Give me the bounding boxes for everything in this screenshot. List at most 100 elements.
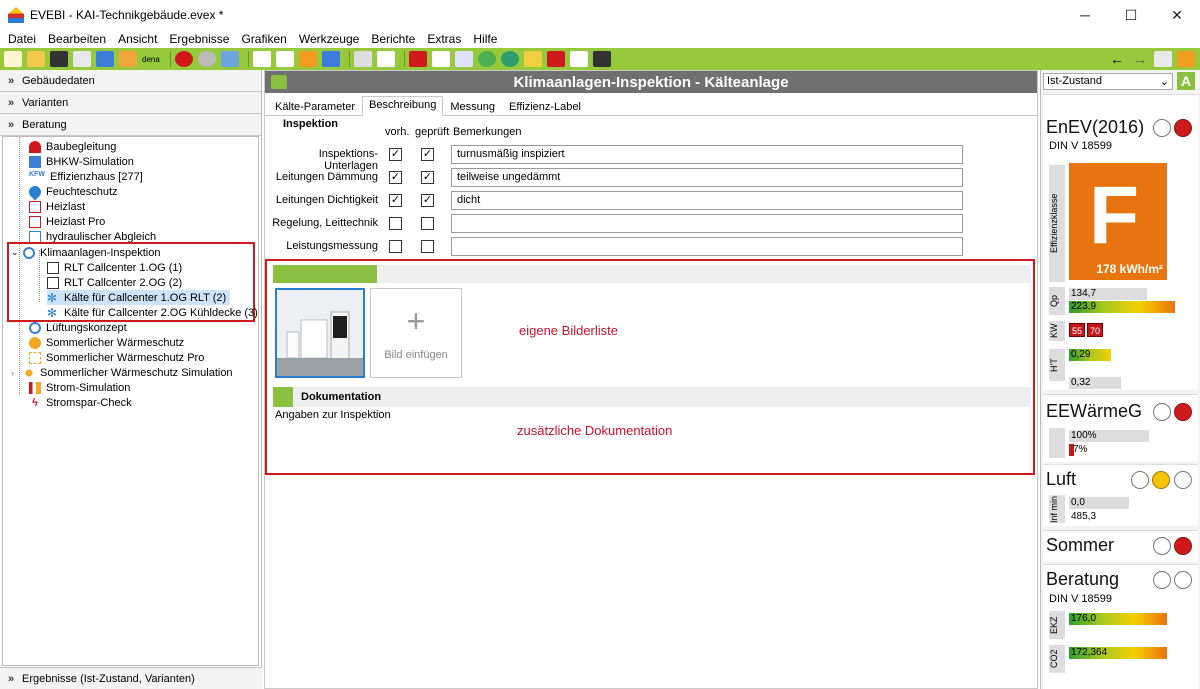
- tree-item-heizlast-pro[interactable]: Heizlast Pro: [29, 214, 105, 229]
- tree-item-feuchteschutz[interactable]: Feuchteschutz: [26, 183, 118, 200]
- navigate-icon[interactable]: [1154, 51, 1172, 67]
- export-icon[interactable]: [96, 51, 114, 67]
- menu-ansicht[interactable]: Ansicht: [114, 32, 161, 46]
- tab-beschreibung[interactable]: Beschreibung: [362, 96, 444, 116]
- copy-icon[interactable]: [73, 51, 91, 67]
- page-settings-icon[interactable]: [454, 51, 473, 67]
- ekz-value: 176,0: [1069, 613, 1167, 625]
- vorh-checkbox[interactable]: [389, 240, 402, 253]
- geprueft-checkbox[interactable]: ✓: [421, 171, 434, 184]
- geprueft-checkbox[interactable]: ✓: [421, 194, 434, 207]
- tree-item-sommer-waermeschutz-sim[interactable]: › Sommerlicher Wärmeschutz Simulation: [11, 365, 233, 380]
- ht-label: H'T: [1049, 349, 1065, 381]
- menu-ergebnisse[interactable]: Ergebnisse: [165, 32, 233, 46]
- chart-icon[interactable]: [1177, 51, 1195, 67]
- open-folder-icon[interactable]: [27, 51, 45, 67]
- redo-icon[interactable]: [197, 51, 216, 67]
- remark-field[interactable]: turnusmäßig inspiziert: [451, 145, 963, 164]
- tree-item-rlt-2og[interactable]: RLT Callcenter 2.OG (2): [47, 275, 182, 290]
- tab-effizienz-label[interactable]: Effizienz-Label: [502, 98, 588, 115]
- qp-actual: 223,9: [1069, 301, 1175, 313]
- beratung-norm: DIN V 18599: [1049, 593, 1112, 605]
- maximize-button[interactable]: ☐: [1108, 0, 1154, 30]
- tree-item-klimaanlagen-inspektion[interactable]: ⌄ Klimaanlagen-Inspektion: [11, 245, 160, 260]
- menu-werkzeuge[interactable]: Werkzeuge: [295, 32, 363, 46]
- tree-item-baubegleitung[interactable]: Baubegleitung: [29, 139, 116, 154]
- geprueft-checkbox[interactable]: [421, 240, 434, 253]
- tree-label: RLT Callcenter 2.OG (2): [64, 276, 183, 289]
- eewaermeg-panel: EEWärmeG 100% 7%: [1043, 394, 1198, 462]
- tree-item-rlt-1og[interactable]: RLT Callcenter 1.OG (1): [47, 260, 182, 275]
- section-label: Beratung: [22, 118, 67, 131]
- report-icon[interactable]: [252, 51, 271, 67]
- arrow-right-icon[interactable]: →: [1131, 51, 1149, 67]
- tree-item-lueftungskonzept[interactable]: Lüftungskonzept: [29, 320, 127, 335]
- tree-item-strom-simulation[interactable]: Strom-Simulation: [29, 380, 130, 395]
- section-beratung[interactable]: » Beratung: [0, 114, 261, 136]
- row-label: Regelung, Leittechnik: [272, 217, 378, 229]
- menu-datei[interactable]: Datei: [4, 32, 40, 46]
- vorh-checkbox[interactable]: ✓: [389, 194, 402, 207]
- menu-grafiken[interactable]: Grafiken: [237, 32, 290, 46]
- tree-label: Strom-Simulation: [46, 381, 131, 394]
- cap-icon[interactable]: [408, 51, 427, 67]
- globe-icon[interactable]: [500, 51, 519, 67]
- documentation-text[interactable]: Angaben zur Inspektion: [275, 409, 391, 421]
- tree-item-effizienzhaus[interactable]: KFW Effizienzhaus [277]: [29, 169, 143, 184]
- lightning-icon[interactable]: [546, 51, 565, 67]
- menu-hilfe[interactable]: Hilfe: [469, 32, 501, 46]
- tree-icon[interactable]: [353, 51, 372, 67]
- tree-item-heizlast[interactable]: Heizlast: [29, 199, 85, 214]
- geprueft-checkbox[interactable]: ✓: [421, 148, 434, 161]
- remark-field[interactable]: [451, 214, 963, 233]
- tree-item-sommer-waermeschutz[interactable]: Sommerlicher Wärmeschutz: [29, 335, 184, 350]
- undo-icon[interactable]: [174, 51, 193, 67]
- add-image-button[interactable]: + Bild einfügen: [370, 288, 462, 378]
- table-icon[interactable]: [321, 51, 340, 67]
- a-badge[interactable]: A: [1177, 72, 1195, 90]
- page-icon[interactable]: [431, 51, 450, 67]
- sum-icon[interactable]: [298, 51, 317, 67]
- tab-kaelte-parameter[interactable]: Kälte-Parameter: [268, 98, 362, 115]
- section-ergebnisse[interactable]: » Ergebnisse (Ist-Zustand, Varianten): [0, 667, 262, 689]
- import-icon[interactable]: [119, 51, 137, 67]
- new-file-icon[interactable]: [4, 51, 22, 67]
- tree-item-sommer-waermeschutz-pro[interactable]: Sommerlicher Wärmeschutz Pro: [29, 350, 204, 365]
- save-icon[interactable]: [50, 51, 68, 67]
- tree-item-stromspar-check[interactable]: ϟ Stromspar-Check: [29, 395, 132, 410]
- notes-icon[interactable]: [569, 51, 588, 67]
- geprueft-checkbox[interactable]: [421, 217, 434, 230]
- list-icon[interactable]: [376, 51, 395, 67]
- tree-item-kaelte-1og[interactable]: ✻ Kälte für Callcenter 1.OG RLT (2): [47, 290, 231, 305]
- vorh-checkbox[interactable]: ✓: [389, 148, 402, 161]
- menu-bearbeiten[interactable]: Bearbeiten: [44, 32, 110, 46]
- close-button[interactable]: ✕: [1154, 0, 1200, 30]
- state-select-value: Ist-Zustand: [1047, 75, 1103, 87]
- vorh-checkbox[interactable]: ✓: [389, 171, 402, 184]
- sun-icon[interactable]: [523, 51, 542, 67]
- tree-item-kaelte-2og[interactable]: ✻ Kälte für Callcenter 2.OG Kühldecke (3): [47, 305, 258, 320]
- annotation-documentation: zusätzliche Dokumentation: [517, 423, 673, 438]
- remark-field[interactable]: teilweise ungedämmt: [451, 168, 963, 187]
- dena-icon[interactable]: dena: [142, 55, 160, 64]
- wizard-icon[interactable]: [220, 51, 239, 67]
- magnifier-icon: [23, 246, 35, 259]
- document-icon[interactable]: [275, 51, 294, 67]
- vorh-checkbox[interactable]: [389, 217, 402, 230]
- zoom-icon[interactable]: [477, 51, 496, 67]
- menu-berichte[interactable]: Berichte: [367, 32, 419, 46]
- remark-field[interactable]: dicht: [451, 191, 963, 210]
- tree-item-bhkw[interactable]: BHKW-Simulation: [29, 154, 134, 169]
- section-varianten[interactable]: » Varianten: [0, 92, 261, 114]
- droplet-icon: [26, 183, 44, 200]
- state-select[interactable]: Ist-Zustand ⌄: [1043, 73, 1173, 90]
- tab-messung[interactable]: Messung: [443, 98, 502, 115]
- section-gebaeudedaten[interactable]: » Gebäudedaten: [0, 70, 261, 92]
- image-thumbnail[interactable]: [275, 288, 365, 378]
- arrow-left-icon[interactable]: ←: [1108, 51, 1126, 67]
- menu-extras[interactable]: Extras: [423, 32, 465, 46]
- calculator-icon[interactable]: [592, 51, 611, 67]
- remark-field[interactable]: [451, 237, 963, 256]
- minimize-button[interactable]: ─: [1062, 0, 1108, 30]
- tree-toggle-button[interactable]: [271, 75, 287, 89]
